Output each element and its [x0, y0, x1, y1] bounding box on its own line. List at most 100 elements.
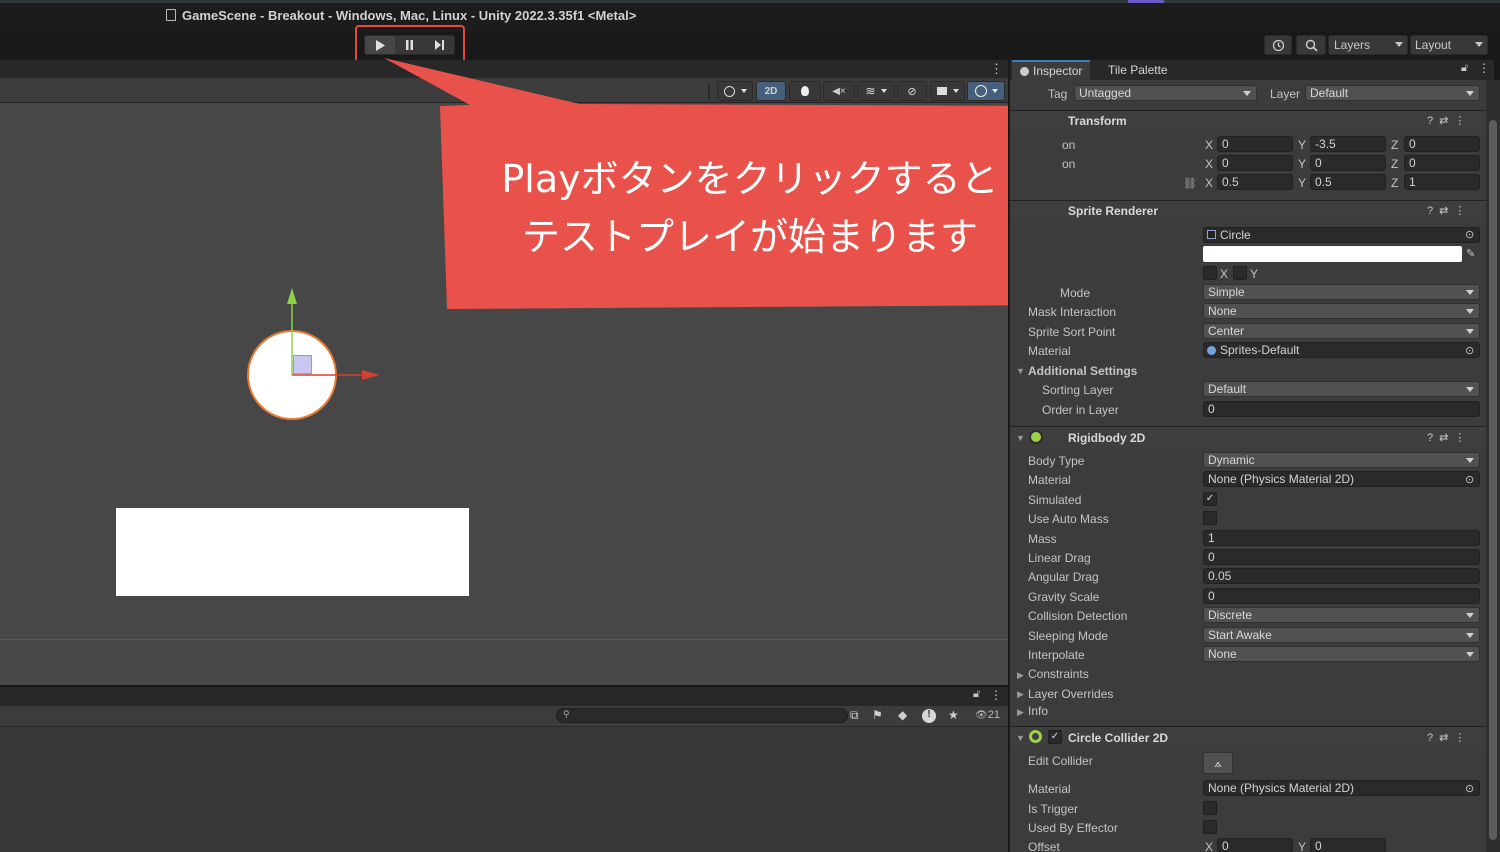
layer-label: Layer — [1270, 87, 1301, 101]
edit-collider-button[interactable]: ⟑ — [1203, 752, 1233, 774]
star-icon[interactable]: ★ — [948, 708, 959, 722]
constrain-proportions-icon[interactable]: ⛓ — [1183, 177, 1197, 190]
tab-inspector[interactable]: Inspector — [1012, 60, 1091, 80]
position-x-field[interactable]: 0 — [1217, 136, 1293, 152]
sprite-sort-point-dropdown[interactable]: Center — [1203, 323, 1480, 339]
interpolate-dropdown[interactable]: None — [1203, 646, 1480, 662]
fold-arrow-right-icon[interactable]: ▶ — [1017, 689, 1024, 700]
axis-z-label: Z — [1391, 157, 1399, 171]
body-type-label: Body Type — [1028, 454, 1085, 468]
mask-interaction-dropdown[interactable]: None — [1203, 303, 1480, 319]
linear-drag-label: Linear Drag — [1028, 551, 1091, 565]
body-type-dropdown[interactable]: Dynamic — [1203, 452, 1480, 468]
gravity-scale-label: Gravity Scale — [1028, 590, 1100, 604]
fold-arrow-down-icon[interactable]: ▼ — [1016, 433, 1025, 443]
sprite-field[interactable]: Circle — [1203, 227, 1480, 243]
used-by-effector-checkbox[interactable] — [1203, 820, 1217, 834]
info-label[interactable]: Info — [1028, 704, 1048, 718]
circle-collider-icon — [1029, 730, 1042, 743]
tag-dropdown[interactable]: Untagged — [1074, 85, 1257, 101]
component-header-icons[interactable]: ?⇄⋮ — [1427, 431, 1471, 444]
fold-arrow-right-icon[interactable]: ▶ — [1017, 707, 1024, 718]
count-value: 21 — [987, 709, 1000, 721]
offset-label: Offset — [1028, 840, 1060, 852]
axis-y-label: Y — [1298, 840, 1307, 852]
cc-material-field[interactable]: None (Physics Material 2D) — [1203, 780, 1480, 796]
axis-y-label: Y — [1298, 157, 1307, 171]
tab-tile-palette[interactable]: Tile Palette — [1100, 60, 1176, 80]
rb-material-field[interactable]: None (Physics Material 2D) — [1203, 471, 1480, 487]
cc-material-label: Material — [1028, 782, 1071, 796]
object-picker-icon[interactable]: ⊙ — [1465, 473, 1474, 486]
rotation-y-field[interactable]: 0 — [1310, 155, 1386, 171]
object-picker-icon[interactable]: ⊙ — [1465, 782, 1474, 795]
filter-icon[interactable]: ⧉ — [850, 708, 859, 723]
scale-z-field[interactable]: 1 — [1404, 174, 1480, 190]
constraints-label[interactable]: Constraints — [1028, 667, 1089, 681]
linear-drag-field[interactable]: 0 — [1203, 549, 1480, 565]
visible-count[interactable]: 👁︎21 — [975, 709, 1000, 721]
angular-drag-field[interactable]: 0.05 — [1203, 568, 1480, 584]
rotation-x-field[interactable]: 0 — [1217, 155, 1293, 171]
position-z-field[interactable]: 0 — [1404, 136, 1480, 152]
gravity-scale-field[interactable]: 0 — [1203, 588, 1480, 604]
callout-line-2: テストプレイが始まります — [521, 215, 978, 259]
object-picker-icon[interactable]: ⊙ — [1465, 228, 1474, 241]
used-by-effector-label: Used By Effector — [1028, 821, 1118, 835]
fold-arrow-down-icon[interactable]: ▼ — [1016, 366, 1025, 376]
offset-y-field[interactable]: 0 — [1310, 838, 1386, 852]
console-tab-bar — [0, 686, 1008, 706]
rb-material-label: Material — [1028, 473, 1071, 487]
label-icon[interactable]: ◆ — [898, 708, 907, 722]
type-filter-icon[interactable]: ⚑ — [872, 708, 883, 722]
is-trigger-checkbox[interactable] — [1203, 801, 1217, 815]
flip-x-label: X — [1220, 267, 1229, 281]
offset-x-field[interactable]: 0 — [1217, 838, 1293, 852]
scale-y-field[interactable]: 0.5 — [1310, 174, 1386, 190]
kebab-menu-icon[interactable]: ⋮ — [1478, 61, 1490, 75]
flip-y-checkbox[interactable] — [1233, 266, 1247, 280]
eye-icon: 👁︎ — [975, 710, 988, 721]
order-in-layer-field[interactable]: 0 — [1203, 401, 1480, 417]
inspector-scroll-thumb[interactable] — [1489, 120, 1497, 840]
material-asset-icon — [1207, 346, 1216, 355]
material-field[interactable]: Sprites-Default — [1203, 342, 1480, 358]
fold-arrow-right-icon[interactable]: ▶ — [1017, 670, 1024, 681]
tab-inspector-label: Inspector — [1033, 64, 1083, 78]
collision-detection-label: Collision Detection — [1028, 609, 1128, 623]
fold-arrow-down-icon[interactable]: ▼ — [1016, 733, 1025, 743]
component-header-icons[interactable]: ?⇄⋮ — [1427, 204, 1471, 217]
collision-detection-dropdown[interactable]: Discrete — [1203, 607, 1480, 623]
mass-field[interactable]: 1 — [1203, 530, 1480, 546]
tag-label: Tag — [1048, 87, 1068, 101]
draw-mode-label: Mode — [1060, 286, 1091, 300]
sleeping-mode-dropdown[interactable]: Start Awake — [1203, 627, 1480, 643]
component-header-icons[interactable]: ?⇄⋮ — [1427, 114, 1471, 127]
layer-overrides-label[interactable]: Layer Overrides — [1028, 687, 1113, 701]
simulated-checkbox[interactable]: ✓ — [1203, 492, 1217, 506]
rigidbody-title: Rigidbody 2D — [1068, 431, 1146, 445]
color-field[interactable] — [1203, 246, 1462, 262]
lock-icon[interactable]: 🔓︎ — [973, 688, 980, 701]
scale-x-field[interactable]: 0.5 — [1217, 174, 1293, 190]
layer-dropdown[interactable]: Default — [1305, 85, 1480, 101]
simulated-label: Simulated — [1028, 493, 1082, 507]
draw-mode-dropdown[interactable]: Simple — [1203, 284, 1480, 300]
rotation-z-field[interactable]: 0 — [1404, 155, 1480, 171]
interpolate-label: Interpolate — [1028, 648, 1085, 662]
sorting-layer-dropdown[interactable]: Default — [1203, 381, 1480, 397]
position-y-field[interactable]: -3.5 — [1310, 136, 1386, 152]
eyedropper-icon[interactable]: ✎ — [1466, 247, 1475, 260]
flip-x-checkbox[interactable] — [1203, 266, 1217, 280]
use-auto-mass-checkbox[interactable] — [1203, 511, 1217, 525]
kebab-menu-icon[interactable]: ⋮ — [990, 688, 1002, 702]
info-icon — [1020, 66, 1029, 76]
lock-icon[interactable]: 🔓︎ — [1461, 62, 1468, 75]
object-picker-icon[interactable]: ⊙ — [1465, 344, 1474, 357]
additional-settings-label[interactable]: Additional Settings — [1028, 364, 1137, 378]
warning-icon[interactable]: ! — [922, 709, 936, 723]
console-search-input[interactable]: ⚲ — [556, 708, 848, 723]
axis-y-label: Y — [1298, 138, 1307, 152]
circle-collider-enabled-checkbox[interactable]: ✓ — [1048, 730, 1062, 744]
component-header-icons[interactable]: ?⇄⋮ — [1427, 731, 1471, 744]
